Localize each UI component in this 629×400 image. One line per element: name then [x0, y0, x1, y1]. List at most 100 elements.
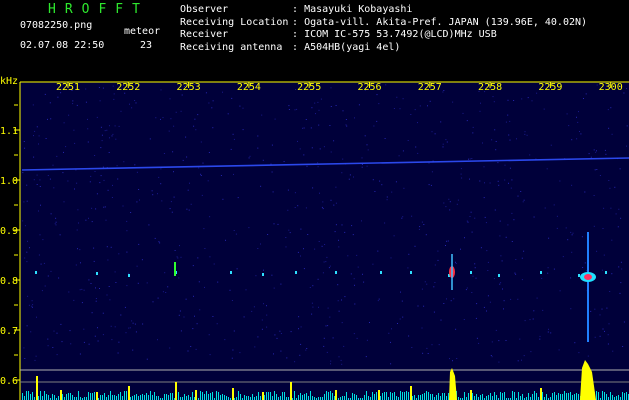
noise-bar [426, 391, 427, 400]
noise-bar [260, 396, 261, 400]
power-spike [470, 390, 472, 400]
noise-bar [408, 392, 409, 400]
noise-bar [444, 393, 445, 400]
noise-bar [574, 394, 575, 400]
noise-bar [62, 394, 63, 400]
noise-bar [490, 393, 491, 400]
noise-bar [412, 396, 413, 400]
noise-bar [476, 394, 477, 400]
noise-bar [58, 396, 59, 400]
noise-bar [422, 394, 423, 400]
noise-bar [192, 392, 193, 400]
noise-bar [520, 396, 521, 400]
noise-bar [310, 391, 311, 400]
noise-bar [414, 395, 415, 400]
spectrogram-plot: kHz 2251 2252 2253 2254 2255 2256 2257 2258 2259… [0, 72, 629, 400]
noise-bar [122, 396, 123, 400]
noise-bar [284, 392, 285, 400]
spectrogram-area [20, 82, 629, 400]
noise-bar [390, 392, 391, 400]
noise-bar [394, 392, 395, 400]
noise-bar [474, 396, 475, 400]
noise-bar [30, 394, 31, 400]
noise-bar [68, 393, 69, 400]
noise-bar [138, 396, 139, 400]
noise-bar [604, 392, 605, 400]
noise-bar [118, 394, 119, 400]
noise-bar [522, 394, 523, 400]
noise-bar [238, 391, 239, 400]
noise-bar [26, 391, 27, 400]
noise-bar [354, 394, 355, 400]
power-spike [540, 388, 542, 400]
noise-bar [392, 393, 393, 400]
power-spike [36, 376, 38, 400]
time-label: 2258 [478, 82, 502, 93]
noise-bar [72, 395, 73, 400]
noise-bar [374, 394, 375, 400]
time-label: 2252 [116, 82, 140, 93]
noise-bar [54, 395, 55, 400]
noise-bar [256, 396, 257, 400]
noise-bar [302, 395, 303, 400]
noise-bar [226, 396, 227, 400]
noise-bar [406, 391, 407, 400]
noise-bar [308, 396, 309, 400]
noise-bar [366, 391, 367, 400]
noise-bar [464, 392, 465, 400]
noise-bar [114, 395, 115, 400]
noise-bar [90, 393, 91, 400]
noise-bar [440, 396, 441, 400]
time-label: 2256 [357, 82, 381, 93]
noise-bar [384, 392, 385, 400]
noise-bar [576, 393, 577, 400]
meteor-echo [540, 271, 542, 274]
noise-bar [446, 396, 447, 400]
power-spike [60, 390, 62, 400]
noise-bar [430, 394, 431, 400]
noise-bar [324, 394, 325, 400]
noise-bar [424, 393, 425, 400]
noise-bar [282, 392, 283, 400]
noise-bar [222, 394, 223, 400]
noise-bar [472, 393, 473, 400]
noise-bar [146, 393, 147, 400]
noise-bar [136, 394, 137, 400]
noise-bar [494, 392, 495, 400]
noise-bar [42, 396, 43, 400]
info-receiver: Receiver: ICOM IC-575 53.7492(@LCD)MHz U… [180, 29, 497, 40]
noise-bar [108, 395, 109, 400]
noise-bar [312, 396, 313, 400]
noise-bar [376, 392, 377, 400]
meteor-echo [96, 272, 98, 275]
noise-bar [558, 393, 559, 400]
noise-bar [272, 396, 273, 400]
noise-bar [344, 396, 345, 400]
noise-bar [300, 393, 301, 400]
meteor-echo [230, 271, 232, 274]
noise-bar [164, 394, 165, 400]
noise-bar [442, 393, 443, 400]
power-spike [262, 392, 264, 400]
freq-label: 1.0 [0, 176, 18, 187]
noise-bar [240, 394, 241, 400]
noise-bar [274, 391, 275, 400]
noise-bar [330, 391, 331, 400]
meteor-echo [498, 274, 500, 277]
noise-bar [280, 396, 281, 400]
noise-bar [144, 395, 145, 400]
file-name: 07082250.png [20, 20, 93, 31]
noise-bar [468, 393, 469, 400]
noise-bar [94, 392, 95, 400]
noise-bar [124, 391, 125, 400]
noise-bar [542, 392, 543, 400]
noise-bar [24, 396, 25, 400]
noise-bar [202, 392, 203, 400]
noise-bar [184, 394, 185, 400]
noise-bar [578, 394, 579, 400]
noise-bar [602, 391, 603, 400]
noise-bar [486, 396, 487, 400]
noise-bar [150, 391, 151, 400]
noise-bar [556, 395, 557, 400]
noise-bar [546, 394, 547, 400]
